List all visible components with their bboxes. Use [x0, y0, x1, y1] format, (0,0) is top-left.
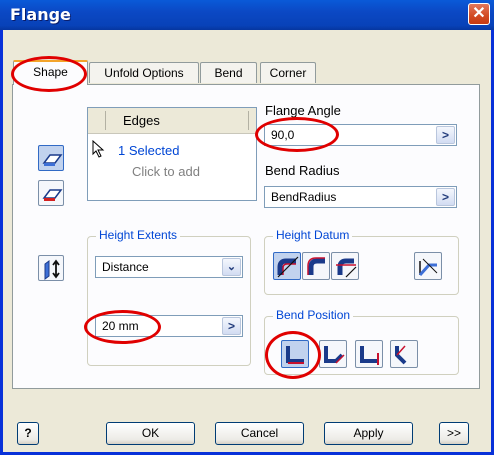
apply-button[interactable]: Apply [324, 422, 413, 445]
bend-adjacent-icon [360, 346, 379, 365]
height-distance-value: 20 mm [102, 319, 139, 333]
close-button[interactable]: ✕ [468, 3, 490, 25]
bend-radius-value: BendRadius [271, 190, 337, 204]
flange-angle-menu-button[interactable]: > [436, 126, 455, 144]
edges-list[interactable]: Edges 1 Selected Click to add [87, 107, 257, 201]
flange-angle-value: 90,0 [271, 128, 295, 142]
bend-radius-label: Bend Radius [265, 163, 340, 178]
help-button[interactable]: ? [17, 422, 39, 445]
flange-angle-field[interactable]: 90,0 > [264, 124, 457, 146]
height-extents-type-value: Distance [102, 260, 149, 274]
flange-angle-label: Flange Angle [265, 103, 341, 118]
flip-direction-icon [44, 259, 60, 280]
bend-position-outside-button[interactable] [319, 340, 347, 368]
tab-bend[interactable]: Bend [200, 62, 257, 83]
datum-tangent-button[interactable] [331, 252, 359, 280]
datum-outer-icon [277, 256, 299, 278]
bend-outside-icon [324, 346, 345, 364]
height-distance-field[interactable]: 20 mm > [95, 315, 243, 337]
help-icon: ? [24, 426, 32, 440]
bend-radius-menu-button[interactable]: > [436, 188, 455, 206]
datum-inner-icon [307, 257, 325, 275]
window-title: Flange [10, 5, 71, 24]
bend-position-from-adjacent-button[interactable] [355, 340, 383, 368]
edges-list-header: Edges [88, 108, 256, 134]
edge-remove-button[interactable] [38, 180, 64, 206]
height-extents-legend: Height Extents [96, 228, 181, 242]
datum-aligned-icon [418, 258, 438, 277]
height-datum-legend: Height Datum [273, 228, 353, 242]
bend-position-tangent-button[interactable] [390, 340, 418, 368]
edge-select-icon [42, 154, 63, 166]
tab-shape[interactable]: Shape [13, 60, 88, 85]
flip-direction-button[interactable] [38, 255, 64, 281]
datum-aligned-button[interactable] [414, 252, 442, 280]
cancel-button[interactable]: Cancel [215, 422, 304, 445]
bend-tangent-icon [395, 345, 407, 365]
ok-button[interactable]: OK [106, 422, 195, 445]
tab-unfold-options[interactable]: Unfold Options [89, 62, 199, 83]
height-extents-type-select[interactable]: Distance ⌄ [95, 256, 243, 278]
close-icon: ✕ [472, 5, 486, 22]
more-options-button[interactable]: >> [439, 422, 469, 445]
datum-outer-button[interactable] [273, 252, 301, 280]
cursor-arrow-icon [92, 140, 105, 158]
chevron-down-icon[interactable]: ⌄ [222, 258, 241, 276]
edges-header-label: Edges [123, 113, 160, 128]
tab-corner[interactable]: Corner [260, 62, 316, 83]
edge-select-button[interactable] [38, 145, 64, 171]
datum-tangent-icon [336, 258, 357, 278]
edges-selected-count[interactable]: 1 Selected [118, 143, 179, 158]
bend-position-inside-button[interactable] [281, 340, 309, 368]
bend-radius-field[interactable]: BendRadius > [264, 186, 457, 208]
title-bar[interactable]: Flange ✕ [0, 0, 494, 30]
bend-inside-icon [286, 346, 304, 364]
datum-inner-button[interactable] [302, 252, 330, 280]
height-distance-menu-button[interactable]: > [222, 317, 241, 335]
edge-remove-icon [42, 189, 63, 201]
bend-position-legend: Bend Position [273, 308, 354, 322]
edges-click-to-add[interactable]: Click to add [132, 164, 200, 179]
